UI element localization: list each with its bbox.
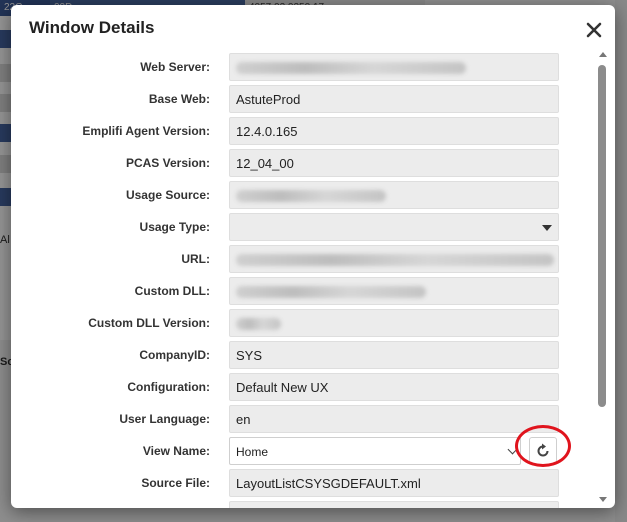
agent-version-field[interactable]: 12.4.0.165 xyxy=(229,117,559,145)
scroll-thumb[interactable] xyxy=(598,65,606,407)
row-next-partial xyxy=(11,499,596,508)
row-usage-type: Usage Type: xyxy=(11,211,596,243)
row-user-language: User Language: en xyxy=(11,403,596,435)
row-web-server: Web Server: xyxy=(11,51,596,83)
base-web-label: Base Web: xyxy=(148,92,210,106)
url-field[interactable] xyxy=(229,245,559,273)
row-base-web: Base Web: AstuteProd xyxy=(11,83,596,115)
usage-source-field[interactable] xyxy=(229,181,559,209)
usage-source-label: Usage Source: xyxy=(125,188,210,202)
redacted-value xyxy=(236,318,281,330)
redacted-value xyxy=(236,286,426,298)
next-field-partial[interactable] xyxy=(229,501,559,508)
row-pcas-version: PCAS Version: 12_04_00 xyxy=(11,147,596,179)
row-agent-version: Emplifi Agent Version: 12.4.0.165 xyxy=(11,115,596,147)
redacted-value xyxy=(236,62,466,74)
custom-dll-label: Custom DLL: xyxy=(134,284,210,298)
custom-dll-version-label: Custom DLL Version: xyxy=(88,316,210,330)
usage-type-label: Usage Type: xyxy=(139,220,210,234)
configuration-field[interactable]: Default New UX xyxy=(229,373,559,401)
caret-down-icon xyxy=(542,225,552,231)
user-language-label: User Language: xyxy=(119,412,210,426)
web-server-label: Web Server: xyxy=(140,60,210,74)
close-button[interactable] xyxy=(581,17,607,43)
web-server-field[interactable] xyxy=(229,53,559,81)
row-configuration: Configuration: Default New UX xyxy=(11,371,596,403)
view-name-select[interactable]: Home xyxy=(229,437,521,465)
row-company-id: CompanyID: SYS xyxy=(11,339,596,371)
dialog-scrollbar[interactable] xyxy=(596,49,610,508)
highlight-annotation xyxy=(515,425,571,467)
row-url: URL: xyxy=(11,243,596,275)
window-details-dialog: Window Details Web Server: Base Web: Ast… xyxy=(11,5,615,508)
row-source-file: Source File: LayoutListCSYSGDEFAULT.xml xyxy=(11,467,596,499)
scroll-down-icon[interactable] xyxy=(599,497,607,502)
scroll-up-icon[interactable] xyxy=(599,52,607,57)
configuration-label: Configuration: xyxy=(127,380,210,394)
view-name-value: Home xyxy=(236,445,269,459)
company-id-field[interactable]: SYS xyxy=(229,341,559,369)
row-usage-source: Usage Source: xyxy=(11,179,596,211)
user-language-field[interactable]: en xyxy=(229,405,559,433)
row-custom-dll-version: Custom DLL Version: xyxy=(11,307,596,339)
source-file-label: Source File: xyxy=(141,476,210,490)
row-custom-dll: Custom DLL: xyxy=(11,275,596,307)
view-name-label: View Name: xyxy=(142,444,210,458)
redacted-value xyxy=(236,190,386,202)
close-icon xyxy=(586,22,602,38)
url-label: URL: xyxy=(181,252,210,266)
usage-type-select[interactable] xyxy=(229,213,559,241)
source-file-field[interactable]: LayoutListCSYSGDEFAULT.xml xyxy=(229,469,559,497)
custom-dll-version-field[interactable] xyxy=(229,309,559,337)
dialog-title: Window Details xyxy=(29,18,155,37)
pcas-version-field[interactable]: 12_04_00 xyxy=(229,149,559,177)
custom-dll-field[interactable] xyxy=(229,277,559,305)
redacted-value xyxy=(236,254,554,266)
row-view-name: View Name: Home xyxy=(11,425,596,467)
base-web-field[interactable]: AstuteProd xyxy=(229,85,559,113)
company-id-label: CompanyID: xyxy=(139,348,210,362)
agent-version-label: Emplifi Agent Version: xyxy=(82,124,210,138)
pcas-version-label: PCAS Version: xyxy=(125,156,210,170)
details-form: Web Server: Base Web: AstuteProd Emplifi… xyxy=(11,49,596,508)
